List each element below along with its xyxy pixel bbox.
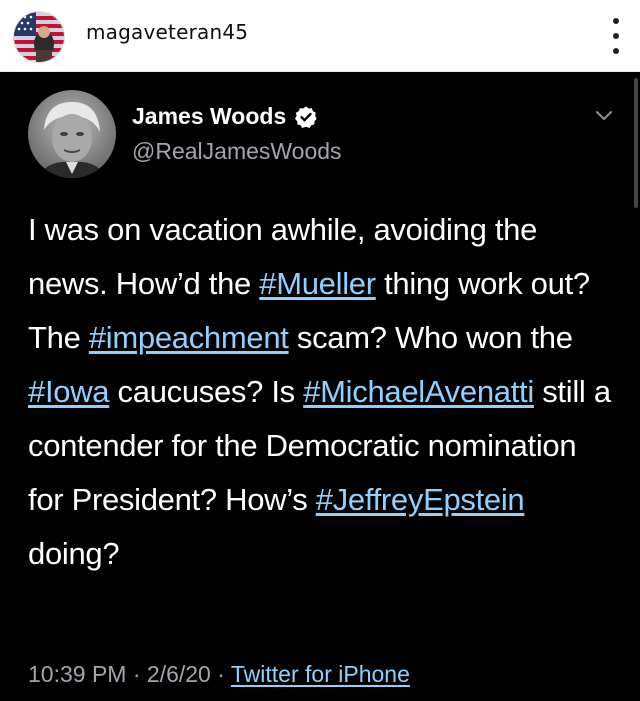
hashtag-link[interactable]: #impeachment (89, 320, 289, 355)
hashtag-link[interactable]: #Mueller (259, 266, 376, 301)
instagram-username[interactable]: magaveteran45 (86, 20, 248, 44)
tweet-date[interactable]: 2/6/20 (147, 661, 211, 687)
more-dot (613, 48, 619, 54)
hashtag-link[interactable]: #Iowa (28, 374, 110, 409)
tweet-text-segment: doing? (28, 536, 120, 571)
tweet-text-segment: scam? Who won the (288, 320, 573, 355)
more-dot (613, 33, 619, 39)
meta-separator: · (210, 661, 231, 687)
instagram-post-header: magaveteran45 (0, 0, 640, 72)
hashtag-link[interactable]: #JeffreyEpstein (316, 482, 525, 517)
tweet-meta: 10:39 PM · 2/6/20 · Twitter for iPhone (28, 661, 410, 688)
tweet-display-name: James Woods (132, 103, 287, 129)
flag-avatar-image (14, 12, 64, 62)
hashtag-link[interactable]: #MichaelAvenatti (303, 374, 534, 409)
portrait-image (28, 90, 116, 178)
tweet-time[interactable]: 10:39 PM (28, 661, 126, 687)
tweet-source-link[interactable]: Twitter for iPhone (231, 661, 410, 687)
tweet-author[interactable]: James Woods (132, 103, 318, 130)
scrollbar[interactable] (634, 78, 638, 208)
tweet-body: I was on vacation awhile, avoiding the n… (28, 203, 618, 581)
chevron-down-icon[interactable] (594, 108, 614, 124)
tweet-author-avatar[interactable] (28, 90, 116, 178)
instagram-avatar[interactable] (14, 12, 64, 62)
tweet-text-segment: caucuses? Is (109, 374, 304, 409)
more-dot (613, 18, 619, 24)
meta-separator: · (126, 661, 147, 687)
verified-badge-icon (295, 106, 317, 128)
tweet-handle[interactable]: @RealJamesWoods (132, 138, 342, 165)
more-vertical-icon[interactable] (604, 16, 628, 56)
